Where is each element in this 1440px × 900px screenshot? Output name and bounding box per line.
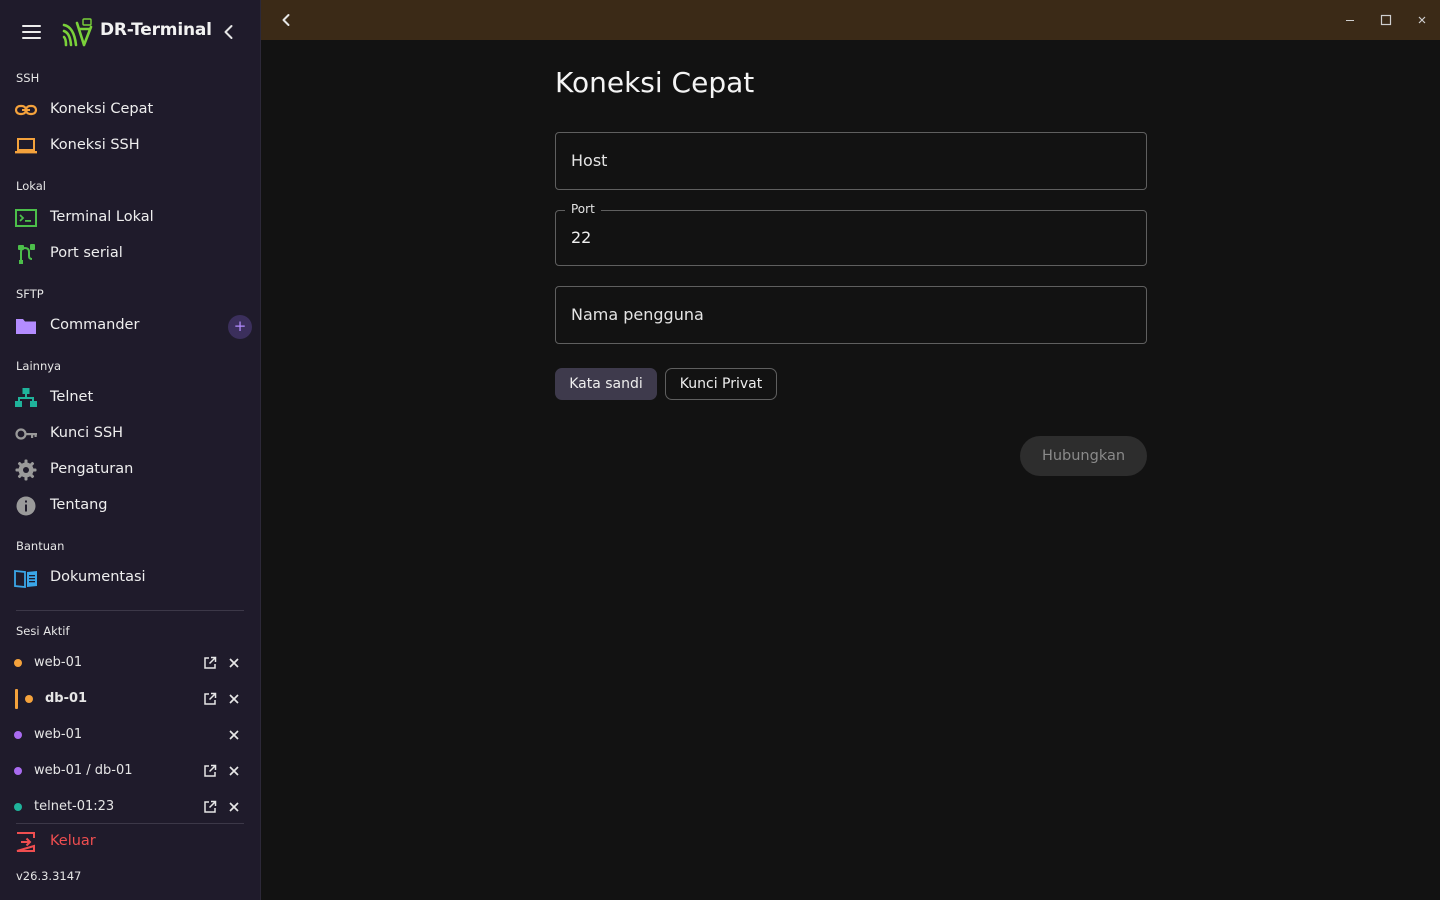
sidebar-item-settings[interactable]: Pengaturan: [0, 452, 260, 488]
session-item[interactable]: web-01 / db-01: [0, 753, 260, 789]
session-item[interactable]: telnet-01:23: [0, 789, 260, 825]
network-icon: [15, 388, 37, 407]
close-icon[interactable]: [228, 800, 240, 814]
section-other: Lainnya: [16, 359, 62, 373]
logout-label: Keluar: [50, 833, 96, 849]
sidebar-item-label: Koneksi Cepat: [50, 101, 154, 117]
username-field[interactable]: Nama pengguna: [555, 286, 1147, 344]
folder-icon: [16, 319, 36, 334]
section-sftp: SFTP: [16, 287, 44, 301]
sidebar-item-serial-port[interactable]: Port serial: [0, 236, 260, 272]
open-external-icon[interactable]: [203, 692, 217, 706]
session-item-active[interactable]: db-01: [0, 681, 260, 717]
port-label: Port: [565, 202, 601, 216]
sidebar-item-telnet[interactable]: Telnet: [0, 380, 260, 416]
section-ssh: SSH: [16, 71, 40, 85]
session-label: db-01: [45, 691, 88, 706]
sidebar-item-docs[interactable]: Dokumentasi: [0, 560, 260, 596]
sidebar-item-label: Commander: [50, 317, 140, 333]
section-help: Bantuan: [16, 539, 65, 553]
title-bar: [261, 0, 1440, 40]
logout-button[interactable]: Keluar: [0, 824, 260, 860]
window-close-icon[interactable]: [1412, 10, 1432, 30]
session-status-dot: [14, 767, 22, 775]
host-placeholder: Host: [571, 151, 608, 170]
connect-button[interactable]: Hubungkan: [1020, 436, 1147, 476]
back-icon[interactable]: [277, 11, 295, 29]
session-item[interactable]: web-01: [0, 717, 260, 753]
sidebar-item-commander[interactable]: Commander +: [0, 308, 260, 344]
sidebar-item-ssh-connection[interactable]: Koneksi SSH: [0, 128, 260, 164]
active-session-indicator: [15, 689, 18, 709]
app-logo-icon: [62, 18, 93, 47]
port-value: 22: [571, 228, 592, 247]
open-external-icon[interactable]: [203, 656, 217, 670]
gear-icon: [15, 459, 37, 481]
sidebar-item-label: Terminal Lokal: [50, 209, 154, 225]
port-field[interactable]: Port 22: [555, 202, 1147, 266]
sidebar-item-local-terminal[interactable]: Terminal Lokal: [0, 200, 260, 236]
sidebar: DR-Terminal SSH Koneksi Cepat Koneksi SS…: [0, 0, 261, 900]
session-label: telnet-01:23: [34, 799, 115, 814]
auth-password-button[interactable]: Kata sandi: [555, 368, 657, 400]
auth-private-key-button[interactable]: Kunci Privat: [665, 368, 777, 400]
section-local: Lokal: [16, 179, 46, 193]
session-item[interactable]: web-01: [0, 645, 260, 681]
close-icon[interactable]: [228, 656, 240, 670]
app-title: DR-Terminal: [100, 20, 212, 40]
session-label: web-01: [34, 727, 83, 742]
menu-icon[interactable]: [22, 25, 41, 39]
session-status-dot: [14, 659, 22, 667]
sidebar-item-label: Kunci SSH: [50, 425, 124, 441]
laptop-icon: [15, 138, 37, 154]
sidebar-item-label: Tentang: [50, 497, 108, 513]
close-icon[interactable]: [228, 764, 240, 778]
sidebar-item-quick-connect[interactable]: Koneksi Cepat: [0, 92, 260, 128]
app-version: v26.3.3147: [16, 869, 82, 883]
session-label: web-01 / db-01: [34, 763, 133, 778]
terminal-icon: [15, 209, 37, 227]
maximize-icon[interactable]: [1376, 10, 1396, 30]
page-title: Koneksi Cepat: [555, 66, 755, 99]
session-status-dot: [25, 695, 33, 703]
open-external-icon[interactable]: [203, 800, 217, 814]
logout-icon: [16, 832, 35, 852]
key-icon: [15, 428, 37, 440]
sidebar-item-ssh-keys[interactable]: Kunci SSH: [0, 416, 260, 452]
section-active-sessions: Sesi Aktif: [16, 624, 70, 638]
username-placeholder: Nama pengguna: [571, 305, 704, 324]
session-status-dot: [14, 731, 22, 739]
sidebar-item-label: Dokumentasi: [50, 569, 146, 585]
sidebar-divider: [16, 610, 244, 611]
cable-icon: [18, 244, 35, 264]
sidebar-item-label: Koneksi SSH: [50, 137, 140, 153]
session-label: web-01: [34, 655, 83, 670]
sidebar-item-label: Pengaturan: [50, 461, 134, 477]
close-icon[interactable]: [228, 692, 240, 706]
host-field[interactable]: Host: [555, 132, 1147, 190]
sidebar-header: DR-Terminal: [0, 0, 260, 64]
close-icon[interactable]: [228, 728, 240, 742]
open-external-icon[interactable]: [203, 764, 217, 778]
book-icon: [14, 570, 37, 588]
minimize-icon[interactable]: [1340, 10, 1360, 30]
sidebar-item-about[interactable]: Tentang: [0, 488, 260, 524]
sidebar-item-label: Telnet: [50, 389, 94, 405]
add-commander-button[interactable]: +: [228, 315, 252, 339]
collapse-sidebar-icon[interactable]: [218, 21, 240, 43]
info-icon: [16, 496, 36, 516]
link-icon: [14, 104, 38, 116]
session-status-dot: [14, 803, 22, 811]
sidebar-item-label: Port serial: [50, 245, 123, 261]
